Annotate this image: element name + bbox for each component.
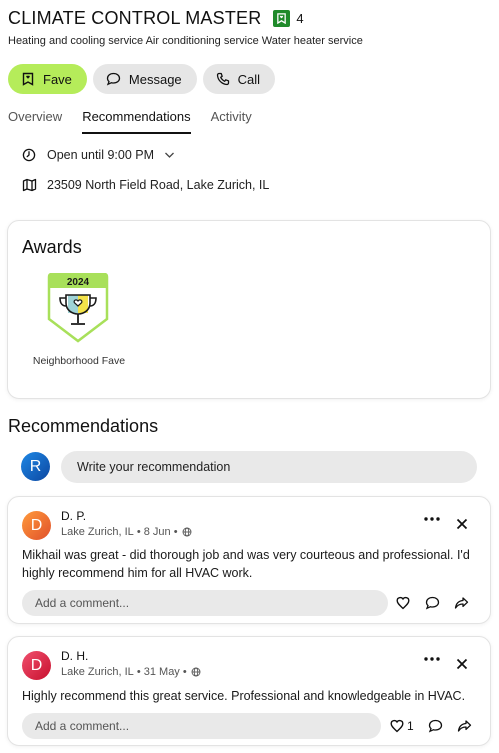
fave-button-label: Fave bbox=[43, 71, 72, 87]
call-button-label: Call bbox=[237, 71, 261, 87]
add-comment-input[interactable]: Add a comment... bbox=[22, 590, 388, 616]
trophy-badge-icon: 2024 bbox=[47, 272, 109, 343]
like-count: 1 bbox=[407, 719, 414, 733]
meta-separator: • bbox=[170, 526, 178, 538]
clock-icon bbox=[22, 148, 38, 162]
business-name: CLIMATE CONTROL MASTER bbox=[8, 7, 262, 28]
meta-separator: • bbox=[179, 666, 187, 678]
fave-badge-icon bbox=[273, 9, 291, 27]
close-icon[interactable] bbox=[456, 518, 468, 530]
review-text: Highly recommend this great service. Pro… bbox=[22, 689, 466, 703]
reviewer-avatar[interactable]: D bbox=[22, 511, 51, 540]
reviewer-location: Lake Zurich, IL bbox=[61, 666, 134, 678]
chevron-down-icon[interactable] bbox=[164, 151, 175, 159]
heart-icon[interactable] bbox=[395, 596, 411, 610]
write-recommendation-input[interactable]: Write your recommendation bbox=[61, 451, 477, 483]
recommendations-title: Recommendations bbox=[8, 416, 159, 436]
review-meta: Lake Zurich, IL • 8 Jun • bbox=[61, 526, 192, 538]
awards-title: Awards bbox=[22, 237, 82, 257]
reviewer-location: Lake Zurich, IL bbox=[61, 526, 134, 538]
call-button[interactable]: Call bbox=[202, 64, 276, 94]
close-icon[interactable] bbox=[456, 658, 468, 670]
fave-bookmark-icon bbox=[21, 72, 35, 86]
tab-bar: Overview Recommendations Activity bbox=[8, 109, 272, 134]
tab-activity[interactable]: Activity bbox=[211, 109, 252, 134]
award-year: 2024 bbox=[67, 277, 90, 288]
message-icon bbox=[106, 72, 121, 86]
reviewer-name[interactable]: D. H. bbox=[61, 649, 88, 663]
heart-icon[interactable] bbox=[389, 719, 405, 733]
comment-icon[interactable] bbox=[425, 596, 440, 610]
phone-icon bbox=[216, 72, 230, 86]
map-icon bbox=[22, 178, 38, 192]
current-user-avatar: R bbox=[21, 452, 50, 481]
address-text: 23509 North Field Road, Lake Zurich, IL bbox=[47, 178, 270, 192]
hours-row[interactable]: Open until 9:00 PM bbox=[22, 148, 175, 162]
reviewer-name[interactable]: D. P. bbox=[61, 509, 86, 523]
comment-icon[interactable] bbox=[428, 719, 443, 733]
review-meta: Lake Zurich, IL • 31 May • bbox=[61, 666, 201, 678]
more-options-icon[interactable] bbox=[424, 517, 440, 521]
award-label: Neighborhood Fave bbox=[32, 355, 126, 367]
reviewer-avatar[interactable]: D bbox=[22, 651, 51, 680]
awards-card: Awards 2024 Neighborhood Fave bbox=[7, 220, 491, 399]
review-text: Mikhail was great - did thorough job and… bbox=[22, 548, 470, 580]
globe-icon bbox=[182, 527, 192, 537]
meta-separator: • bbox=[133, 526, 144, 538]
review-card: D D. P. Lake Zurich, IL • 8 Jun • Mikhai… bbox=[7, 496, 491, 624]
message-button-label: Message bbox=[128, 71, 182, 87]
business-categories: Heating and cooling service Air conditio… bbox=[8, 35, 363, 47]
review-date: 31 May bbox=[143, 666, 180, 678]
share-icon[interactable] bbox=[454, 596, 469, 610]
address-row[interactable]: 23509 North Field Road, Lake Zurich, IL bbox=[22, 178, 269, 192]
award-badge[interactable]: 2024 bbox=[46, 272, 110, 348]
review-actions: 1 bbox=[389, 719, 472, 733]
business-header: CLIMATE CONTROL MASTER 4 bbox=[8, 8, 491, 28]
message-button[interactable]: Message bbox=[92, 64, 197, 94]
more-options-icon[interactable] bbox=[424, 657, 440, 661]
fave-count: 4 bbox=[296, 10, 304, 26]
globe-icon bbox=[191, 667, 201, 677]
review-date: 8 Jun bbox=[143, 526, 171, 538]
hours-text: Open until 9:00 PM bbox=[47, 148, 155, 162]
add-comment-input[interactable]: Add a comment... bbox=[22, 713, 381, 739]
fave-button[interactable]: Fave bbox=[8, 64, 87, 94]
review-actions bbox=[395, 596, 469, 610]
share-icon[interactable] bbox=[457, 719, 472, 733]
tab-overview[interactable]: Overview bbox=[8, 109, 62, 134]
tab-recommendations[interactable]: Recommendations bbox=[82, 109, 191, 134]
review-card: D D. H. Lake Zurich, IL • 31 May • Highl… bbox=[7, 636, 491, 746]
meta-separator: • bbox=[133, 666, 144, 678]
action-bar: Fave Message Call bbox=[8, 64, 276, 94]
